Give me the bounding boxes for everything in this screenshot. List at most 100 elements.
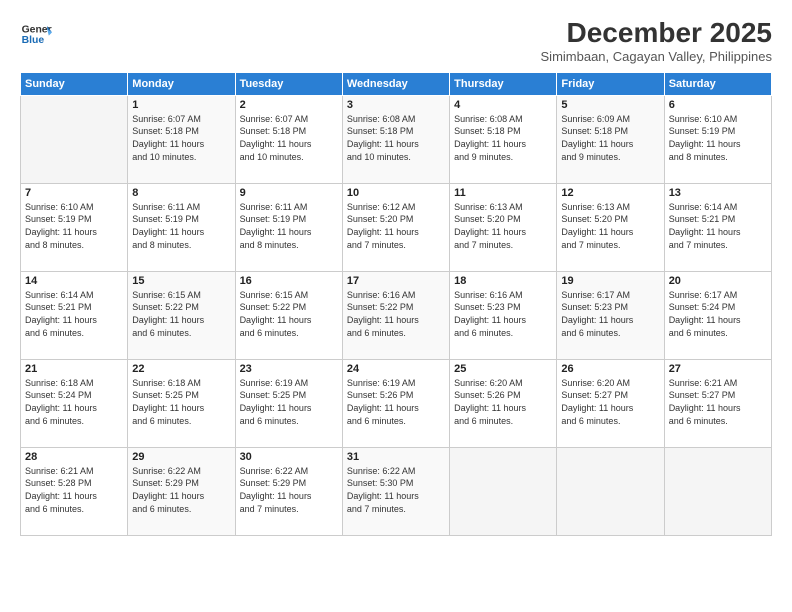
col-thursday: Thursday	[450, 72, 557, 95]
calendar-cell: 11Sunrise: 6:13 AM Sunset: 5:20 PM Dayli…	[450, 183, 557, 271]
day-info: Sunrise: 6:09 AM Sunset: 5:18 PM Dayligh…	[561, 113, 659, 163]
day-number: 30	[240, 451, 338, 463]
day-info: Sunrise: 6:17 AM Sunset: 5:23 PM Dayligh…	[561, 289, 659, 339]
calendar-cell: 21 Sunrise: 6:18 AM Sunset: 5:24 PM Dayli…	[21, 359, 128, 447]
page: General Blue December 2025 Simimbaan, Ca…	[0, 0, 792, 612]
calendar-cell: 10Sunrise: 6:12 AM Sunset: 5:20 PM Dayli…	[342, 183, 449, 271]
day-number: 22	[132, 363, 230, 375]
day-info: Sunrise: 6:22 AM Sunset: 5:29 PM Dayligh…	[240, 465, 338, 515]
day-number: 17	[347, 275, 445, 287]
day-info: Sunrise: 6:15 AM Sunset: 5:22 PM Dayligh…	[132, 289, 230, 339]
col-saturday: Saturday	[664, 72, 771, 95]
day-info: Sunrise: 6:22 AM Sunset: 5:30 PM Dayligh…	[347, 465, 445, 515]
day-number: 28	[25, 451, 123, 463]
calendar-week-2: 7Sunrise: 6:10 AM Sunset: 5:19 PM Daylig…	[21, 183, 772, 271]
day-info: Sunrise: 6:19 AM Sunset: 5:26 PM Dayligh…	[347, 377, 445, 427]
day-info: Sunrise: 6:08 AM Sunset: 5:18 PM Dayligh…	[347, 113, 445, 163]
title-block: December 2025 Simimbaan, Cagayan Valley,…	[541, 18, 772, 64]
day-info: Sunrise: 6:15 AM Sunset: 5:22 PM Dayligh…	[240, 289, 338, 339]
col-monday: Monday	[128, 72, 235, 95]
calendar-cell: 3 Sunrise: 6:08 AM Sunset: 5:18 PM Daylig…	[342, 95, 449, 183]
calendar-cell: 16 Sunrise: 6:15 AM Sunset: 5:22 PM Dayli…	[235, 271, 342, 359]
calendar-week-5: 28 Sunrise: 6:21 AM Sunset: 5:28 PM Dayli…	[21, 447, 772, 535]
svg-text:Blue: Blue	[22, 35, 45, 46]
day-number: 6	[669, 99, 767, 111]
day-number: 20	[669, 275, 767, 287]
calendar-cell: 28 Sunrise: 6:21 AM Sunset: 5:28 PM Dayli…	[21, 447, 128, 535]
calendar-cell: 18 Sunrise: 6:16 AM Sunset: 5:23 PM Dayli…	[450, 271, 557, 359]
day-info: Sunrise: 6:16 AM Sunset: 5:22 PM Dayligh…	[347, 289, 445, 339]
calendar-cell	[557, 447, 664, 535]
calendar-cell: 19Sunrise: 6:17 AM Sunset: 5:23 PM Dayli…	[557, 271, 664, 359]
calendar-cell: 8 Sunrise: 6:11 AM Sunset: 5:19 PM Daylig…	[128, 183, 235, 271]
day-number: 11	[454, 187, 552, 199]
calendar-cell: 9Sunrise: 6:11 AM Sunset: 5:19 PM Daylig…	[235, 183, 342, 271]
day-info: Sunrise: 6:17 AM Sunset: 5:24 PM Dayligh…	[669, 289, 767, 339]
day-info: Sunrise: 6:21 AM Sunset: 5:28 PM Dayligh…	[25, 465, 123, 515]
day-number: 10	[347, 187, 445, 199]
day-number: 12	[561, 187, 659, 199]
calendar-cell: 30 Sunrise: 6:22 AM Sunset: 5:29 PM Dayli…	[235, 447, 342, 535]
calendar-cell: 7Sunrise: 6:10 AM Sunset: 5:19 PM Daylig…	[21, 183, 128, 271]
calendar-cell: 5 Sunrise: 6:09 AM Sunset: 5:18 PM Daylig…	[557, 95, 664, 183]
calendar-cell: 2 Sunrise: 6:07 AM Sunset: 5:18 PM Daylig…	[235, 95, 342, 183]
calendar-cell: 24 Sunrise: 6:19 AM Sunset: 5:26 PM Dayli…	[342, 359, 449, 447]
day-number: 4	[454, 99, 552, 111]
day-info: Sunrise: 6:22 AM Sunset: 5:29 PM Dayligh…	[132, 465, 230, 515]
day-number: 14	[25, 275, 123, 287]
day-number: 5	[561, 99, 659, 111]
calendar-cell: 1Sunrise: 6:07 AM Sunset: 5:18 PM Daylig…	[128, 95, 235, 183]
header: General Blue December 2025 Simimbaan, Ca…	[20, 18, 772, 64]
day-number: 21	[25, 363, 123, 375]
day-info: Sunrise: 6:07 AM Sunset: 5:18 PM Dayligh…	[240, 113, 338, 163]
day-info: Sunrise: 6:20 AM Sunset: 5:27 PM Dayligh…	[561, 377, 659, 427]
day-info: Sunrise: 6:10 AM Sunset: 5:19 PM Dayligh…	[25, 201, 123, 251]
calendar-cell: 31 Sunrise: 6:22 AM Sunset: 5:30 PM Dayli…	[342, 447, 449, 535]
day-number: 27	[669, 363, 767, 375]
day-info: Sunrise: 6:18 AM Sunset: 5:24 PM Dayligh…	[25, 377, 123, 427]
calendar-cell: 29 Sunrise: 6:22 AM Sunset: 5:29 PM Dayli…	[128, 447, 235, 535]
col-tuesday: Tuesday	[235, 72, 342, 95]
col-sunday: Sunday	[21, 72, 128, 95]
day-number: 13	[669, 187, 767, 199]
day-info: Sunrise: 6:13 AM Sunset: 5:20 PM Dayligh…	[561, 201, 659, 251]
day-number: 31	[347, 451, 445, 463]
calendar-cell	[21, 95, 128, 183]
header-row: Sunday Monday Tuesday Wednesday Thursday…	[21, 72, 772, 95]
calendar-body: 1 Sunrise: 6:07 AM Sunset: 5:18 PM Daylig…	[21, 95, 772, 535]
main-title: December 2025	[541, 18, 772, 49]
logo: General Blue	[20, 18, 52, 50]
day-info: Sunrise: 6:21 AM Sunset: 5:27 PM Dayligh…	[669, 377, 767, 427]
calendar-cell: 26 Sunrise: 6:20 AM Sunset: 5:27 PM Dayli…	[557, 359, 664, 447]
calendar-cell: 15 Sunrise: 6:15 AM Sunset: 5:22 PM Dayli…	[128, 271, 235, 359]
day-info: Sunrise: 6:14 AM Sunset: 5:21 PM Dayligh…	[25, 289, 123, 339]
day-number: 26	[561, 363, 659, 375]
calendar-cell: 20 Sunrise: 6:17 AM Sunset: 5:24 PM Dayli…	[664, 271, 771, 359]
day-number: 29	[132, 451, 230, 463]
calendar-cell: 14 Sunrise: 6:14 AM Sunset: 5:21 PM Dayli…	[21, 271, 128, 359]
day-number: 16	[240, 275, 338, 287]
calendar-cell: 25Sunrise: 6:20 AM Sunset: 5:26 PM Dayli…	[450, 359, 557, 447]
col-wednesday: Wednesday	[342, 72, 449, 95]
calendar-cell: 17 Sunrise: 6:16 AM Sunset: 5:22 PM Dayli…	[342, 271, 449, 359]
calendar-cell: 6Sunrise: 6:10 AM Sunset: 5:19 PM Daylig…	[664, 95, 771, 183]
calendar-cell: 12 Sunrise: 6:13 AM Sunset: 5:20 PM Dayli…	[557, 183, 664, 271]
day-number: 2	[240, 99, 338, 111]
calendar-week-1: 1 Sunrise: 6:07 AM Sunset: 5:18 PM Daylig…	[21, 95, 772, 183]
calendar-cell	[450, 447, 557, 535]
day-number: 15	[132, 275, 230, 287]
day-info: Sunrise: 6:19 AM Sunset: 5:25 PM Dayligh…	[240, 377, 338, 427]
day-info: Sunrise: 6:11 AM Sunset: 5:19 PM Dayligh…	[240, 201, 338, 251]
calendar-cell: 4Sunrise: 6:08 AM Sunset: 5:18 PM Daylig…	[450, 95, 557, 183]
day-number: 8	[132, 187, 230, 199]
calendar-week-3: 14 Sunrise: 6:14 AM Sunset: 5:21 PM Dayli…	[21, 271, 772, 359]
day-number: 1	[132, 99, 230, 111]
calendar-cell: 23Sunrise: 6:19 AM Sunset: 5:25 PM Dayli…	[235, 359, 342, 447]
day-info: Sunrise: 6:11 AM Sunset: 5:19 PM Dayligh…	[132, 201, 230, 251]
col-friday: Friday	[557, 72, 664, 95]
day-info: Sunrise: 6:16 AM Sunset: 5:23 PM Dayligh…	[454, 289, 552, 339]
day-number: 24	[347, 363, 445, 375]
day-number: 18	[454, 275, 552, 287]
day-number: 25	[454, 363, 552, 375]
day-number: 3	[347, 99, 445, 111]
